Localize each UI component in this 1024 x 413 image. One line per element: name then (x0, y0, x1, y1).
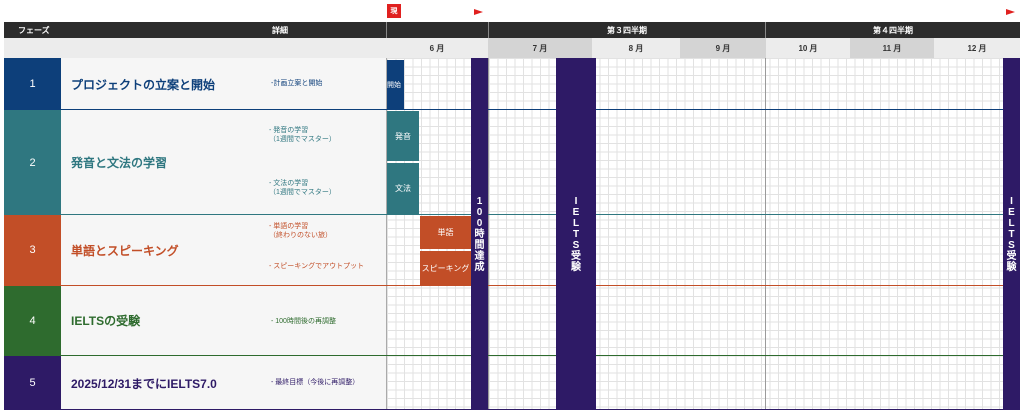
phase-details: - 発音の学習 （1週間でマスター） - 文法の学習 （1週間でマスター） (265, 110, 386, 215)
milestone-label: 100時間達成 (474, 195, 485, 273)
phase-column-header: フェーズ (18, 25, 50, 35)
phase-details: - 単語の学習 （終わりのない旅） - スピーキングでアウトプット (265, 215, 386, 285)
quarter-3-header: 第３四半期 (607, 25, 647, 35)
month-header: 6 月 (386, 38, 488, 58)
task-bar-grammar[interactable]: 文法 (387, 163, 419, 214)
phase-title: IELTSの受験 (61, 286, 265, 355)
month-header: 11 月 (850, 38, 934, 58)
phase-number: 2 (4, 110, 61, 215)
month-header: 7 月 (488, 38, 592, 58)
phase-number: 5 (4, 356, 61, 410)
phase-title: 単語とスピーキング (61, 215, 265, 285)
milestone-label: IELTS受験 (1006, 195, 1017, 273)
month-header: 12 月 (934, 38, 1020, 58)
phase-detail: - 文法の学習 （1週間でマスター） (269, 180, 336, 196)
milestone-label: IELTS受験 (571, 195, 581, 273)
phase-detail: - 100時間後の再調整 (265, 286, 386, 355)
milestone-ielts-exam[interactable]: IELTS受験 (556, 58, 596, 410)
phase-detail: -計画立案と開始 (265, 58, 386, 110)
phase-number: 4 (4, 286, 61, 355)
detail-column-header: 詳細 (272, 25, 288, 35)
month-header: 8 月 (592, 38, 680, 58)
task-bar-vocabulary[interactable]: 単語 (420, 216, 471, 249)
phase-number: 3 (4, 215, 61, 285)
month-header: 10 月 (766, 38, 850, 58)
milestone-flag-icon (1006, 9, 1015, 15)
phase-detail: - 最終目標（今後に再調整） (265, 356, 386, 410)
task-bar-pronunciation[interactable]: 発音 (387, 111, 419, 161)
milestone-100-hours[interactable]: 100時間達成 (471, 58, 488, 410)
phase-number: 1 (4, 58, 61, 110)
task-bar-start[interactable]: 開始 (387, 60, 404, 109)
phase-detail: - 発音の学習 （1週間でマスター） (269, 127, 336, 143)
phase-title: 2025/12/31までにIELTS7.0 (61, 356, 265, 410)
phase-title: プロジェクトの立案と開始 (61, 58, 265, 110)
now-marker: 現 (387, 4, 401, 18)
phase-detail: - スピーキングでアウトプット (269, 263, 365, 270)
phase-title: 発音と文法の学習 (61, 110, 265, 215)
month-header: 9 月 (680, 38, 766, 58)
milestone-ielts-exam[interactable]: IELTS受験 (1003, 58, 1020, 410)
phase-detail: - 単語の学習 （終わりのない旅） (269, 223, 332, 239)
task-bar-speaking[interactable]: スピーキング (420, 251, 471, 285)
milestone-flag-icon (474, 9, 483, 15)
quarter-4-header: 第４四半期 (873, 25, 913, 35)
header-spacer (4, 38, 386, 58)
